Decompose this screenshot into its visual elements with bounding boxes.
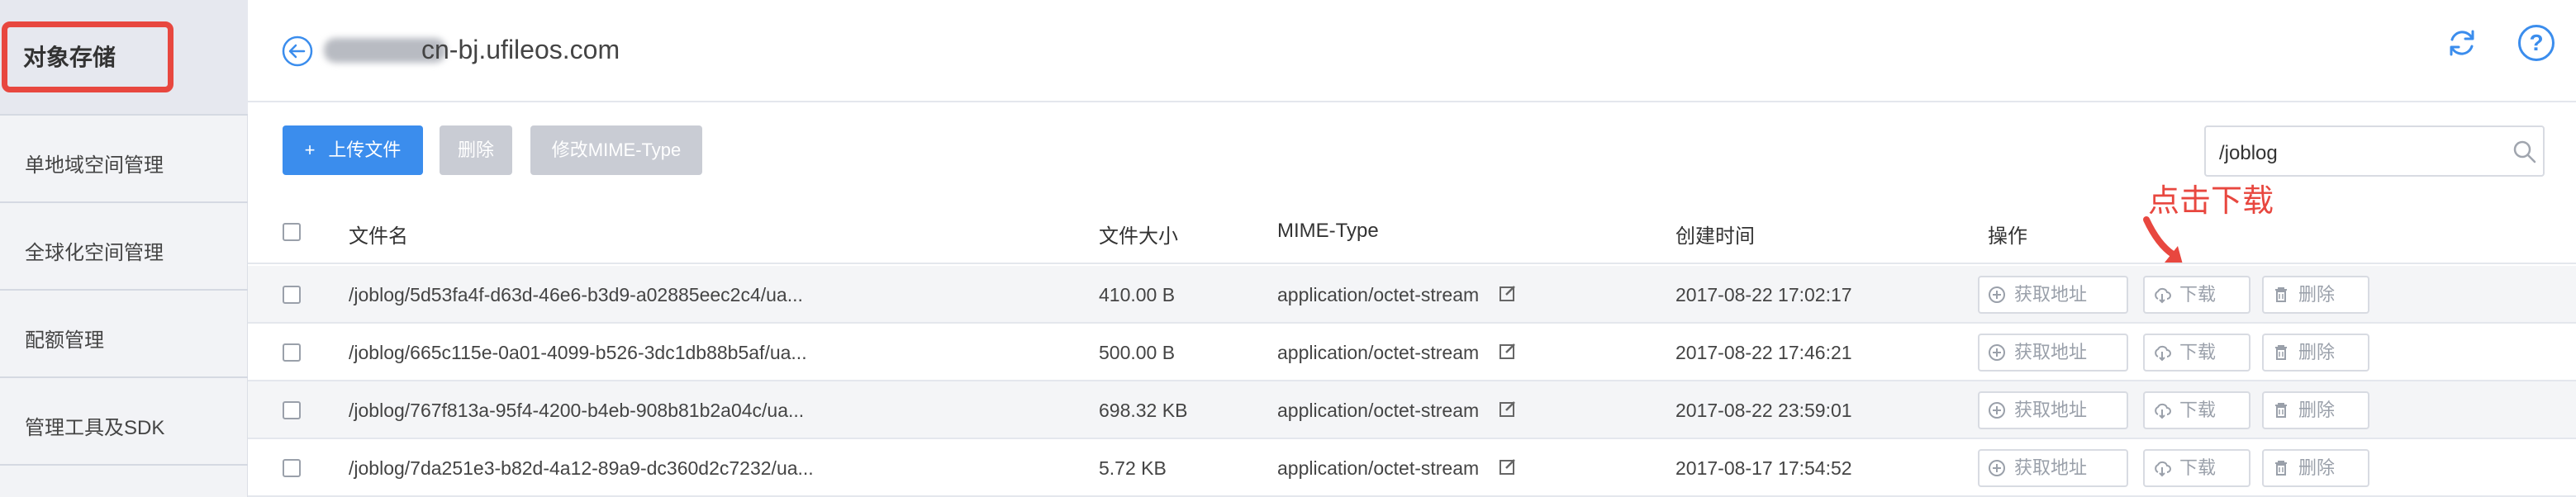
trash-icon xyxy=(2275,287,2287,302)
upload-file-label: 上传文件 xyxy=(328,140,402,160)
delete-label: 删除 xyxy=(2298,284,2336,305)
get-url-label: 获取地址 xyxy=(2014,457,2088,478)
mime-type: application/octet-stream xyxy=(1277,457,1480,479)
download-label: 下载 xyxy=(2179,342,2217,362)
row-delete-button[interactable]: 删除 xyxy=(2262,334,2369,372)
row-checkbox[interactable] xyxy=(283,286,301,304)
search-icon[interactable] xyxy=(2512,139,2538,165)
get-url-label: 获取地址 xyxy=(2014,342,2088,362)
download-button[interactable]: 下载 xyxy=(2143,391,2250,429)
created-time: 2017-08-22 17:46:21 xyxy=(1675,342,1852,363)
row-delete-button[interactable]: 删除 xyxy=(2262,391,2369,429)
download-label: 下载 xyxy=(2179,284,2217,305)
trash-icon xyxy=(2275,345,2287,360)
plus-icon: + xyxy=(304,140,316,160)
edit-icon[interactable] xyxy=(1499,400,1517,418)
file-size: 698.32 KB xyxy=(1099,400,1188,421)
refresh-icon[interactable] xyxy=(2444,25,2480,61)
delete-label: 删除 xyxy=(2298,457,2336,478)
file-name[interactable]: /joblog/767f813a-95f4-4200-b4eb-908b81b2… xyxy=(349,400,804,422)
created-time: 2017-08-17 17:54:52 xyxy=(1675,457,1852,479)
delete-button[interactable]: 删除 xyxy=(440,125,512,175)
file-name[interactable]: /joblog/7da251e3-b82d-4a12-89a9-dc360d2c… xyxy=(349,457,814,480)
file-size: 500.00 B xyxy=(1099,342,1176,363)
download-button[interactable]: 下载 xyxy=(2143,334,2250,372)
get-url-button[interactable]: 获取地址 xyxy=(1978,449,2128,487)
get-url-label: 获取地址 xyxy=(2014,400,2088,420)
file-size: 5.72 KB xyxy=(1099,457,1167,479)
plus-circle-icon xyxy=(1989,344,2005,361)
get-url-button[interactable]: 获取地址 xyxy=(1978,334,2128,372)
select-all-checkbox[interactable] xyxy=(283,223,301,241)
row-delete-button[interactable]: 删除 xyxy=(2262,276,2369,314)
table-row: /joblog/5d53fa4f-d63d-46e6-b3d9-a02885ee… xyxy=(248,266,2576,324)
table-row: /joblog/665c115e-0a01-4099-b526-3dc1db88… xyxy=(248,324,2576,381)
plus-circle-icon xyxy=(1989,286,2005,303)
download-button[interactable]: 下载 xyxy=(2143,276,2250,314)
edit-icon[interactable] xyxy=(1499,457,1517,476)
created-time: 2017-08-22 17:02:17 xyxy=(1675,284,1852,305)
header: cn-bj.ufileos.com ? xyxy=(248,0,2576,102)
download-label: 下载 xyxy=(2179,400,2217,420)
sidebar-item-label: 单地域空间管理 xyxy=(25,154,164,177)
column-header-size: 文件大小 xyxy=(1099,225,1178,248)
bucket-host: cn-bj.ufileos.com xyxy=(421,35,620,64)
download-label: 下载 xyxy=(2179,457,2217,478)
sidebar-item-label: 全球化空间管理 xyxy=(25,242,164,264)
plus-circle-icon xyxy=(1989,402,2005,419)
mime-type: application/octet-stream xyxy=(1277,342,1480,363)
plus-circle-icon xyxy=(1989,460,2005,476)
get-url-label: 获取地址 xyxy=(2014,284,2088,305)
sidebar-header[interactable]: 对象存储 xyxy=(0,0,248,116)
row-delete-button[interactable]: 删除 xyxy=(2262,449,2369,487)
column-header-name: 文件名 xyxy=(349,225,408,248)
file-name[interactable]: /joblog/5d53fa4f-d63d-46e6-b3d9-a02885ee… xyxy=(349,284,803,306)
table-header: 文件名 文件大小 MIME-Type 创建时间 操作 xyxy=(248,203,2576,264)
back-arrow-icon[interactable] xyxy=(281,35,314,68)
mime-type: application/octet-stream xyxy=(1277,400,1480,421)
row-checkbox[interactable] xyxy=(283,401,301,419)
upload-file-button[interactable]: + 上传文件 xyxy=(283,125,423,175)
table-row: /joblog/767f813a-95f4-4200-b4eb-908b81b2… xyxy=(248,381,2576,439)
search-value: /joblog xyxy=(2219,142,2278,164)
get-url-button[interactable]: 获取地址 xyxy=(1978,391,2128,429)
cloud-download-icon xyxy=(2155,403,2171,419)
edit-icon[interactable] xyxy=(1499,342,1517,360)
trash-icon xyxy=(2275,403,2287,418)
search-input[interactable]: /joblog xyxy=(2204,125,2545,177)
modify-mime-type-button[interactable]: 修改MIME-Type xyxy=(530,125,702,175)
delete-label: 删除 xyxy=(2298,342,2336,362)
mime-type: application/octet-stream xyxy=(1277,284,1480,305)
row-checkbox[interactable] xyxy=(283,459,301,477)
cloud-download-icon xyxy=(2155,461,2171,477)
row-checkbox[interactable] xyxy=(283,343,301,362)
created-time: 2017-08-22 23:59:01 xyxy=(1675,400,1852,421)
sidebar-item-quota[interactable]: 配额管理 xyxy=(0,291,248,378)
sidebar-title: 对象存储 xyxy=(23,45,116,70)
cloud-download-icon xyxy=(2155,345,2171,362)
column-header-created: 创建时间 xyxy=(1675,225,1755,248)
main-content: cn-bj.ufileos.com ? + 上传文件 删除 修改MIME-Type… xyxy=(248,0,2576,497)
column-header-mime: MIME-Type xyxy=(1277,220,1379,242)
get-url-button[interactable]: 获取地址 xyxy=(1978,276,2128,314)
trash-icon xyxy=(2275,461,2287,476)
file-size: 410.00 B xyxy=(1099,284,1176,305)
sidebar: 对象存储 单地域空间管理 全球化空间管理 配额管理 管理工具及SDK xyxy=(0,0,248,497)
edit-icon[interactable] xyxy=(1499,284,1517,302)
download-button[interactable]: 下载 xyxy=(2143,449,2250,487)
file-name[interactable]: /joblog/665c115e-0a01-4099-b526-3dc1db88… xyxy=(349,342,807,364)
sidebar-item-label: 配额管理 xyxy=(25,329,104,352)
cloud-download-icon xyxy=(2155,287,2171,304)
column-header-ops: 操作 xyxy=(1988,225,2027,248)
sidebar-item-global[interactable]: 全球化空间管理 xyxy=(0,203,248,291)
delete-label: 删除 xyxy=(2298,400,2336,420)
table-row: /joblog/7da251e3-b82d-4a12-89a9-dc360d2c… xyxy=(248,439,2576,497)
sidebar-item-label: 管理工具及SDK xyxy=(25,417,165,439)
sidebar-item-single-region[interactable]: 单地域空间管理 xyxy=(0,116,248,203)
sidebar-item-tools-sdk[interactable]: 管理工具及SDK xyxy=(0,378,248,466)
help-icon[interactable]: ? xyxy=(2518,25,2555,61)
